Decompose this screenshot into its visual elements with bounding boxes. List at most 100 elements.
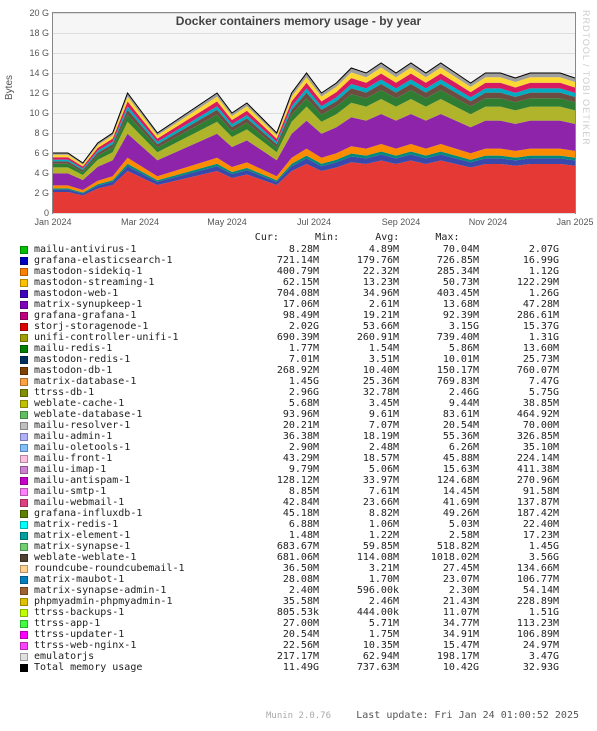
legend-min: 5.06M [319,464,399,475]
legend-min: 260.91M [319,332,399,343]
y-tick: 10 G [23,108,49,118]
legend-min: 3.51M [319,354,399,365]
legend-name: grafana-elasticsearch-1 [34,255,239,266]
legend-max: 16.99G [479,255,559,266]
legend-avg: 45.88M [399,453,479,464]
legend-name: ttrss-app-1 [34,618,239,629]
legend-min: 1.22M [319,530,399,541]
legend-row: unifi-controller-unifi-1690.39M260.91M73… [20,332,580,343]
legend-max: 35.10M [479,442,559,453]
legend-name: grafana-grafana-1 [34,310,239,321]
legend-name: matrix-synupkeep-1 [34,299,239,310]
legend-swatch [20,389,28,397]
legend-max: 270.96M [479,475,559,486]
legend-max: 224.14M [479,453,559,464]
legend-avg: 10.01M [399,354,479,365]
y-tick: 20 G [23,8,49,18]
legend-swatch [20,334,28,342]
legend-name: mailu-smtp-1 [34,486,239,497]
legend-max: 17.23M [479,530,559,541]
legend-name: weblate-cache-1 [34,398,239,409]
legend-swatch [20,411,28,419]
legend-swatch [20,356,28,364]
legend-min: 62.94M [319,651,399,662]
y-tick: 18 G [23,28,49,38]
legend-swatch [20,543,28,551]
legend-cur: 805.53k [239,607,319,618]
legend-min: 3.45M [319,398,399,409]
legend-swatch [20,466,28,474]
legend-avg: 2.58M [399,530,479,541]
legend-min: 179.76M [319,255,399,266]
legend-name: mailu-resolver-1 [34,420,239,431]
legend-max: 228.89M [479,596,559,607]
legend-avg: 5.86M [399,343,479,354]
munin-chart-container: RRDTOOL / TOBI OETIKER Bytes Docker cont… [0,0,597,731]
legend-min: 7.61M [319,486,399,497]
legend-avg: 150.17M [399,365,479,376]
legend-row: mailu-redis-11.77M1.54M5.86M13.60M [20,343,580,354]
legend-min: 18.19M [319,431,399,442]
legend-name: matrix-element-1 [34,530,239,541]
legend-row: mailu-antivirus-18.28M4.89M70.04M2.07G [20,244,580,255]
legend-cur: 35.58M [239,596,319,607]
legend-max: 113.23M [479,618,559,629]
x-tick: Jul 2024 [297,217,331,227]
legend-max: 1.31G [479,332,559,343]
legend-cur: 5.68M [239,398,319,409]
legend-cur: 11.49G [239,662,319,673]
legend-max: 1.12G [479,266,559,277]
legend-swatch [20,378,28,386]
legend-name: mastodon-sidekiq-1 [34,266,239,277]
legend-avg: 1018.02M [399,552,479,563]
legend-avg: 124.68M [399,475,479,486]
legend-row: ttrss-updater-120.54M1.75M34.91M106.89M [20,629,580,640]
legend-name: mailu-front-1 [34,453,239,464]
legend-name: mailu-imap-1 [34,464,239,475]
legend-row: Total memory usage11.49G737.63M10.42G32.… [20,662,580,673]
legend-cur: 22.56M [239,640,319,651]
legend-cur: 1.77M [239,343,319,354]
legend-min: 1.70M [319,574,399,585]
legend-cur: 400.79M [239,266,319,277]
legend-min: 737.63M [319,662,399,673]
legend-min: 18.57M [319,453,399,464]
legend-swatch [20,532,28,540]
legend-row: weblate-weblate-1681.06M114.08M1018.02M3… [20,552,580,563]
legend-swatch [20,400,28,408]
legend-row: mailu-imap-19.79M5.06M15.63M411.38M [20,464,580,475]
legend-name: mailu-antivirus-1 [34,244,239,255]
legend-name: mailu-oletools-1 [34,442,239,453]
legend-cur: 8.85M [239,486,319,497]
legend-min: 2.61M [319,299,399,310]
legend-cur: 683.67M [239,541,319,552]
legend-name: mastodon-streaming-1 [34,277,239,288]
legend-swatch [20,521,28,529]
legend-max: 2.07G [479,244,559,255]
x-tick: Sep 2024 [382,217,421,227]
legend-swatch [20,664,28,672]
y-tick: 2 G [23,188,49,198]
legend-avg: 285.34M [399,266,479,277]
legend-swatch [20,499,28,507]
legend-cur: 62.15M [239,277,319,288]
legend-min: 5.71M [319,618,399,629]
legend-max: 7.47G [479,376,559,387]
legend-swatch [20,510,28,518]
legend-cur: 7.01M [239,354,319,365]
legend-row: matrix-synapse-1683.67M59.85M518.82M1.45… [20,541,580,552]
legend-name: Total memory usage [34,662,239,673]
legend-swatch [20,312,28,320]
legend-swatch [20,455,28,463]
y-tick: 8 G [23,128,49,138]
legend-max: 13.60M [479,343,559,354]
legend-avg: 11.07M [399,607,479,618]
legend-avg: 518.82M [399,541,479,552]
legend-swatch [20,477,28,485]
legend-row: mailu-resolver-120.21M7.07M20.54M70.00M [20,420,580,431]
legend-row: ttrss-web-nginx-122.56M10.35M15.47M24.97… [20,640,580,651]
legend-name: weblate-database-1 [34,409,239,420]
legend-max: 25.73M [479,354,559,365]
legend-min: 114.08M [319,552,399,563]
legend-max: 106.89M [479,629,559,640]
